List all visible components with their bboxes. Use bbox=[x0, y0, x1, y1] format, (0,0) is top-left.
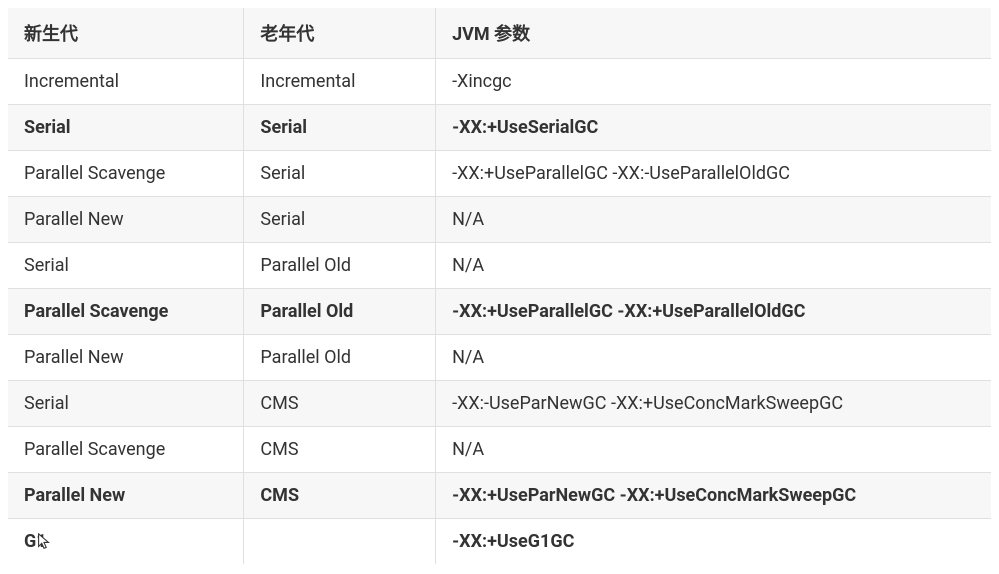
table-cell: Parallel Old bbox=[244, 335, 436, 381]
table-row: Parallel NewSerialN/A bbox=[8, 197, 991, 243]
table-cell: Serial bbox=[244, 197, 436, 243]
table-row: Parallel NewParallel OldN/A bbox=[8, 335, 991, 381]
table-cell: Parallel Old bbox=[244, 289, 436, 335]
table-row: G1 -XX:+UseG1GC bbox=[8, 519, 991, 565]
table-cell: -XX:+UseG1GC bbox=[436, 519, 991, 565]
table-cell: Parallel New bbox=[8, 197, 244, 243]
table-cell: Parallel Old bbox=[244, 243, 436, 289]
table-cell: CMS bbox=[244, 473, 436, 519]
table-cell: Serial bbox=[8, 105, 244, 151]
table-row: Parallel ScavengeCMSN/A bbox=[8, 427, 991, 473]
table-cell: -Xincgc bbox=[436, 59, 991, 105]
table-body: IncrementalIncremental-XincgcSerialSeria… bbox=[8, 59, 991, 565]
table-cell: Serial bbox=[244, 105, 436, 151]
table-cell: Incremental bbox=[244, 59, 436, 105]
table-row: Parallel ScavengeParallel Old-XX:+UsePar… bbox=[8, 289, 991, 335]
cell-text: G1 bbox=[24, 531, 47, 552]
table-cell: -XX:-UseParNewGC -XX:+UseConcMarkSweepGC bbox=[436, 381, 991, 427]
table-cell: Parallel New bbox=[8, 335, 244, 381]
table-cell: CMS bbox=[244, 381, 436, 427]
table-cell: Parallel Scavenge bbox=[8, 289, 244, 335]
header-old-gen: 老年代 bbox=[244, 8, 436, 59]
table-row: Parallel ScavengeSerial-XX:+UseParallelG… bbox=[8, 151, 991, 197]
cursor-icon bbox=[37, 533, 51, 551]
table-row: SerialCMS-XX:-UseParNewGC -XX:+UseConcMa… bbox=[8, 381, 991, 427]
table-cell: N/A bbox=[436, 197, 991, 243]
table-row: SerialParallel OldN/A bbox=[8, 243, 991, 289]
gc-table: 新生代 老年代 JVM 参数 IncrementalIncremental-Xi… bbox=[8, 8, 991, 564]
table-cell: Serial bbox=[8, 381, 244, 427]
table-cell: Parallel New bbox=[8, 473, 244, 519]
header-jvm-args: JVM 参数 bbox=[436, 8, 991, 59]
table-cell: N/A bbox=[436, 243, 991, 289]
table-cell: -XX:+UseSerialGC bbox=[436, 105, 991, 151]
table-row: SerialSerial-XX:+UseSerialGC bbox=[8, 105, 991, 151]
table-row: Parallel NewCMS-XX:+UseParNewGC -XX:+Use… bbox=[8, 473, 991, 519]
table-header: 新生代 老年代 JVM 参数 bbox=[8, 8, 991, 59]
table-cell: Serial bbox=[8, 243, 244, 289]
table-header-row: 新生代 老年代 JVM 参数 bbox=[8, 8, 991, 59]
header-young-gen: 新生代 bbox=[8, 8, 244, 59]
table-row: IncrementalIncremental-Xincgc bbox=[8, 59, 991, 105]
table-cell: -XX:+UseParallelGC -XX:+UseParallelOldGC bbox=[436, 289, 991, 335]
table-cell: N/A bbox=[436, 335, 991, 381]
table-cell: -XX:+UseParNewGC -XX:+UseConcMarkSweepGC bbox=[436, 473, 991, 519]
table-cell bbox=[244, 519, 436, 565]
table-cell: N/A bbox=[436, 427, 991, 473]
table-cell: -XX:+UseParallelGC -XX:-UseParallelOldGC bbox=[436, 151, 991, 197]
table-cell: Parallel Scavenge bbox=[8, 427, 244, 473]
table-cell: Incremental bbox=[8, 59, 244, 105]
table-cell: G1 bbox=[8, 519, 244, 565]
table-cell: CMS bbox=[244, 427, 436, 473]
table-cell: Parallel Scavenge bbox=[8, 151, 244, 197]
table-cell: Serial bbox=[244, 151, 436, 197]
